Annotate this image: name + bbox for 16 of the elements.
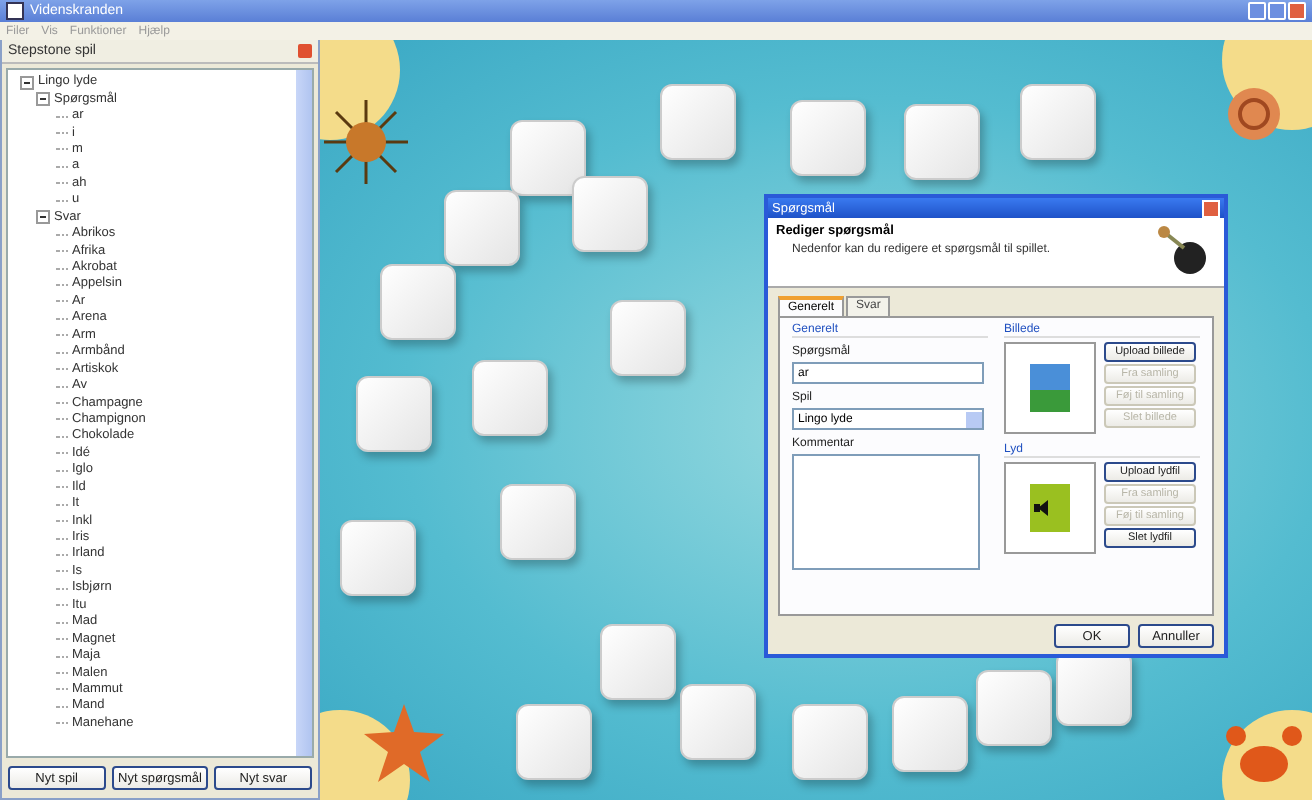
close-icon[interactable]	[298, 44, 312, 58]
sea-urchin-icon	[320, 96, 412, 188]
expander-icon[interactable]	[20, 75, 34, 90]
app-icon	[6, 2, 24, 20]
scrollbar[interactable]	[296, 70, 312, 756]
expander-icon[interactable]	[36, 92, 50, 107]
close-button[interactable]	[1202, 199, 1220, 217]
image-file-icon	[1028, 362, 1072, 414]
maximize-button[interactable]	[1268, 2, 1286, 20]
close-button[interactable]	[1288, 2, 1306, 20]
sound-file-icon	[1028, 482, 1072, 534]
expander-icon[interactable]	[36, 210, 50, 225]
comment-text-area[interactable]	[792, 454, 980, 570]
starfish-icon	[360, 700, 448, 788]
shell-icon	[1224, 84, 1284, 144]
minimize-button[interactable]	[1248, 2, 1266, 20]
